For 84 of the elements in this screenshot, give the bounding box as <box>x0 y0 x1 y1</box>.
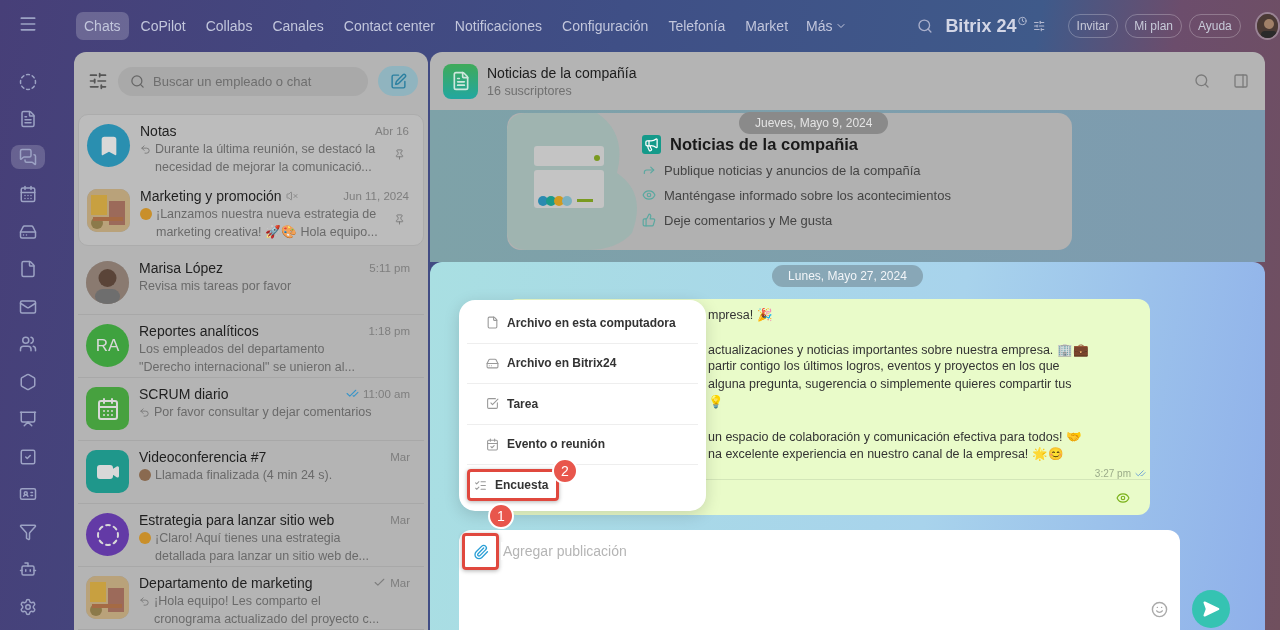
message-line: mpresa! 🎉 <box>708 308 773 322</box>
channel-subtitle: 16 suscriptores <box>487 83 573 98</box>
send-button[interactable] <box>1192 590 1230 628</box>
menu-item[interactable]: Tarea <box>467 387 550 420</box>
search-icon <box>130 73 145 89</box>
channel-icon <box>443 63 478 99</box>
nav-tab[interactable]: CoPilot <box>132 12 194 40</box>
chat-name: Videoconferencia #7 <box>139 448 267 465</box>
nav-tab[interactable]: Configuración <box>554 12 657 40</box>
paperclip-icon <box>472 543 489 560</box>
message-time: 3:27 pm <box>1094 467 1131 479</box>
bookmark-avatar <box>87 124 130 167</box>
attach-button[interactable] <box>462 533 499 570</box>
feature-text: Publique noticias y anuncios de la compañía <box>664 162 921 178</box>
chat-name: Departamento de marketing <box>139 574 313 591</box>
nav-tab[interactable]: Canales <box>264 12 332 40</box>
menu-item[interactable]: Evento o reunión <box>467 428 616 461</box>
eye-icon <box>642 188 656 202</box>
message-line: un espacio de colaboración y comunicación efectiva para todos! 🤝 <box>708 429 1082 444</box>
chat-preview: ¡Claro! Aquí tienes una estrategia detallada para lanzar un sitio web de... <box>155 530 371 565</box>
channel-title: Noticias de la compañía <box>487 64 638 81</box>
filter-icon[interactable] <box>88 71 108 91</box>
megaphone-icon <box>642 135 661 154</box>
search-icon[interactable] <box>917 17 934 35</box>
chat-preview: Los empleados del departamento "Derecho internacional" se unieron al... <box>139 341 356 376</box>
chat-name: Marisa López <box>139 259 224 276</box>
chat-preview: Durante la última reunión, se destacó la necesidad de mejorar la comunicació... <box>155 141 377 176</box>
more-menu[interactable]: Más <box>800 12 854 40</box>
send-icon <box>1202 600 1220 618</box>
chat-name: SCRUM diario <box>139 385 229 402</box>
chat-time: Abr 16 <box>375 124 409 137</box>
calendar-icon <box>486 437 499 451</box>
share-icon <box>642 163 656 177</box>
chat-item[interactable]: Notas Abr 16 Durante la última reunión, se destacó la necesidad de mejorar la comunicació... <box>79 115 423 180</box>
copilot-avatar <box>86 513 129 556</box>
chat-preview: Por favor consultar y dejar comentarios <box>154 404 372 421</box>
like-icon <box>642 213 656 227</box>
nav-tab[interactable]: Collabs <box>197 12 261 40</box>
nav-tab[interactable]: Notificaciones <box>446 12 550 40</box>
task-icon <box>486 397 499 411</box>
chat-preview: ¡Lanzamos nuestra nueva estrategia de marketing creativa! 🚀🎨 Hola equipo... <box>156 206 379 241</box>
chat-name: Marketing y promoción <box>140 187 282 204</box>
views-icon <box>1116 490 1130 505</box>
chat-name: Notas <box>140 122 177 139</box>
settings-icon[interactable] <box>1033 19 1046 33</box>
feature-text: Manténgase informado sobre los acontecimientos <box>664 187 951 203</box>
message-line: actualizaciones y noticias importantes sobre nuestra empresa. 🏢💼 <box>708 342 1089 357</box>
menu-item[interactable]: Archivo en Bitrix24 <box>467 347 628 380</box>
nav-tab[interactable]: Telefonía <box>660 12 734 40</box>
chat-preview: Revisa mis tareas por favor <box>139 278 292 295</box>
file-icon <box>486 316 499 330</box>
chat-preview: ¡Hola equipo! Les comparto el cronograma actualizado del proyecto c... <box>154 593 381 628</box>
sidebar-icon[interactable] <box>1233 73 1249 89</box>
emoji-icon[interactable] <box>1151 601 1168 618</box>
message-line: na excelente experiencia en nuestro canal de la empresa! 🌟😊 <box>708 447 1064 461</box>
calendar-avatar <box>86 387 129 430</box>
nav-tab[interactable]: Chats <box>76 12 129 40</box>
chat-icon[interactable] <box>10 144 45 169</box>
message-line: alguna pregunta, sugerencia o simplemente quieres compartir tus <box>708 376 1072 391</box>
checklist-icon <box>474 478 487 492</box>
feature-text: Deje comentarios y Me gusta <box>664 212 833 228</box>
search-icon[interactable] <box>1194 73 1210 89</box>
chat-name: Estrategia para lanzar sitio web <box>139 511 335 528</box>
pen-icon <box>389 72 407 90</box>
date-label: Lunes, Mayo 27, 2024 <box>772 265 923 287</box>
video-avatar <box>86 450 129 493</box>
read-icon <box>1135 467 1146 479</box>
drive-icon <box>486 356 499 370</box>
chat-item[interactable]: Marketing y promoción Jun 11, 2024 ¡Lanzamos nuestra nueva estrategia de marketing creativa! 🚀🎨 Hola equipo... <box>79 180 423 245</box>
menu-item[interactable]: Archivo en esta computadora <box>467 306 687 339</box>
chat-name: Reportes analíticos <box>139 322 259 339</box>
initials-avatar: RA <box>86 324 129 367</box>
nav-tab[interactable]: Market <box>737 12 797 40</box>
chat-time: Jun 11, 2024 <box>343 189 409 202</box>
logo: Bitrix 24 <box>945 15 1017 37</box>
compose-button[interactable] <box>378 66 418 96</box>
step-badge: 1 <box>488 503 514 529</box>
message-line: 💡 <box>708 395 724 409</box>
clock-icon <box>1018 16 1028 26</box>
date-label: Jueves, Mayo 9, 2024 <box>739 112 889 134</box>
intro-title: Noticias de la compañia <box>670 135 858 154</box>
chat-preview: Llamada finalizada (4 min 24 s). <box>155 467 333 484</box>
nav-tab[interactable]: Contact center <box>335 12 443 40</box>
message-line: partir contigo los últimos logros, eventos y proyectos en los que <box>708 359 1060 373</box>
